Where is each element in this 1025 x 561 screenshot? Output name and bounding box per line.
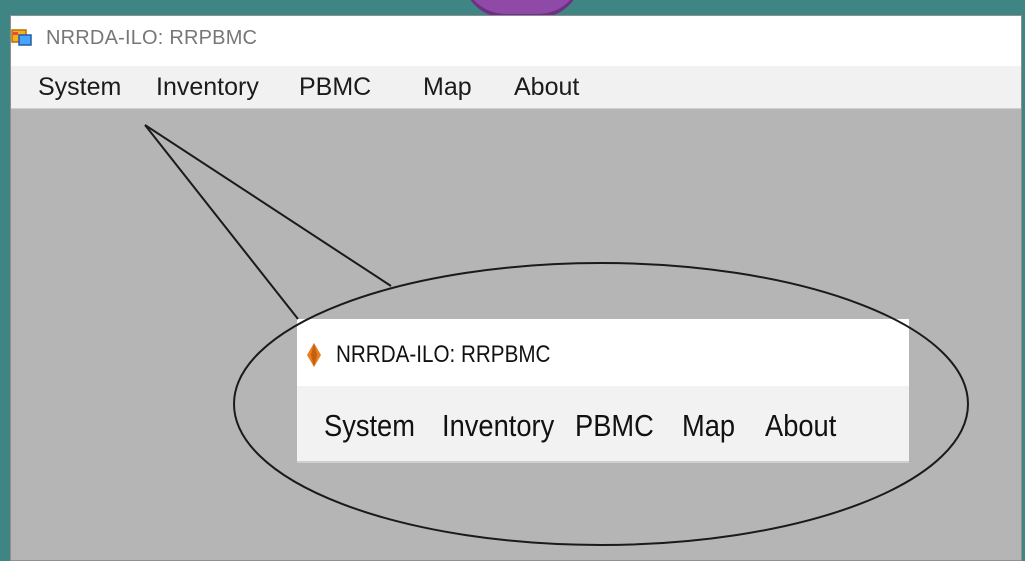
- zoomed-menu-preview: NRRDA-ILO: RRPBMC System Inventory PBMC …: [297, 319, 909, 463]
- zoomed-menu-inventory: Inventory: [442, 408, 555, 443]
- orange-diamond-icon: [307, 343, 321, 367]
- zoomed-window-title: NRRDA-ILO: RRPBMC: [336, 341, 551, 368]
- menu-map[interactable]: Map: [423, 73, 472, 102]
- zoomed-menu-map: Map: [682, 408, 736, 443]
- menu-pbmc[interactable]: PBMC: [299, 73, 371, 102]
- zoomed-menu-pbmc: PBMC: [575, 408, 654, 443]
- app-window-icon: [11, 29, 32, 46]
- menu-system[interactable]: System: [38, 73, 121, 102]
- window-title: NRRDA-ILO: RRPBMC: [46, 27, 258, 49]
- app-window: NRRDA-ILO: RRPBMC System Inventory PBMC …: [10, 15, 1022, 561]
- window-titlebar: NRRDA-ILO: RRPBMC: [11, 16, 1021, 66]
- zoomed-titlebar: NRRDA-ILO: RRPBMC: [297, 319, 909, 386]
- zoomed-menu-about: About: [765, 408, 837, 443]
- menu-bar: System Inventory PBMC Map About: [11, 66, 1021, 109]
- menu-inventory[interactable]: Inventory: [156, 73, 259, 102]
- menu-about[interactable]: About: [514, 73, 579, 102]
- screenshot-stage: NRRDA-ILO: RRPBMC System Inventory PBMC …: [0, 0, 1025, 561]
- zoomed-menu-bar: System Inventory PBMC Map About: [297, 386, 909, 463]
- zoomed-menu-system: System: [324, 408, 415, 443]
